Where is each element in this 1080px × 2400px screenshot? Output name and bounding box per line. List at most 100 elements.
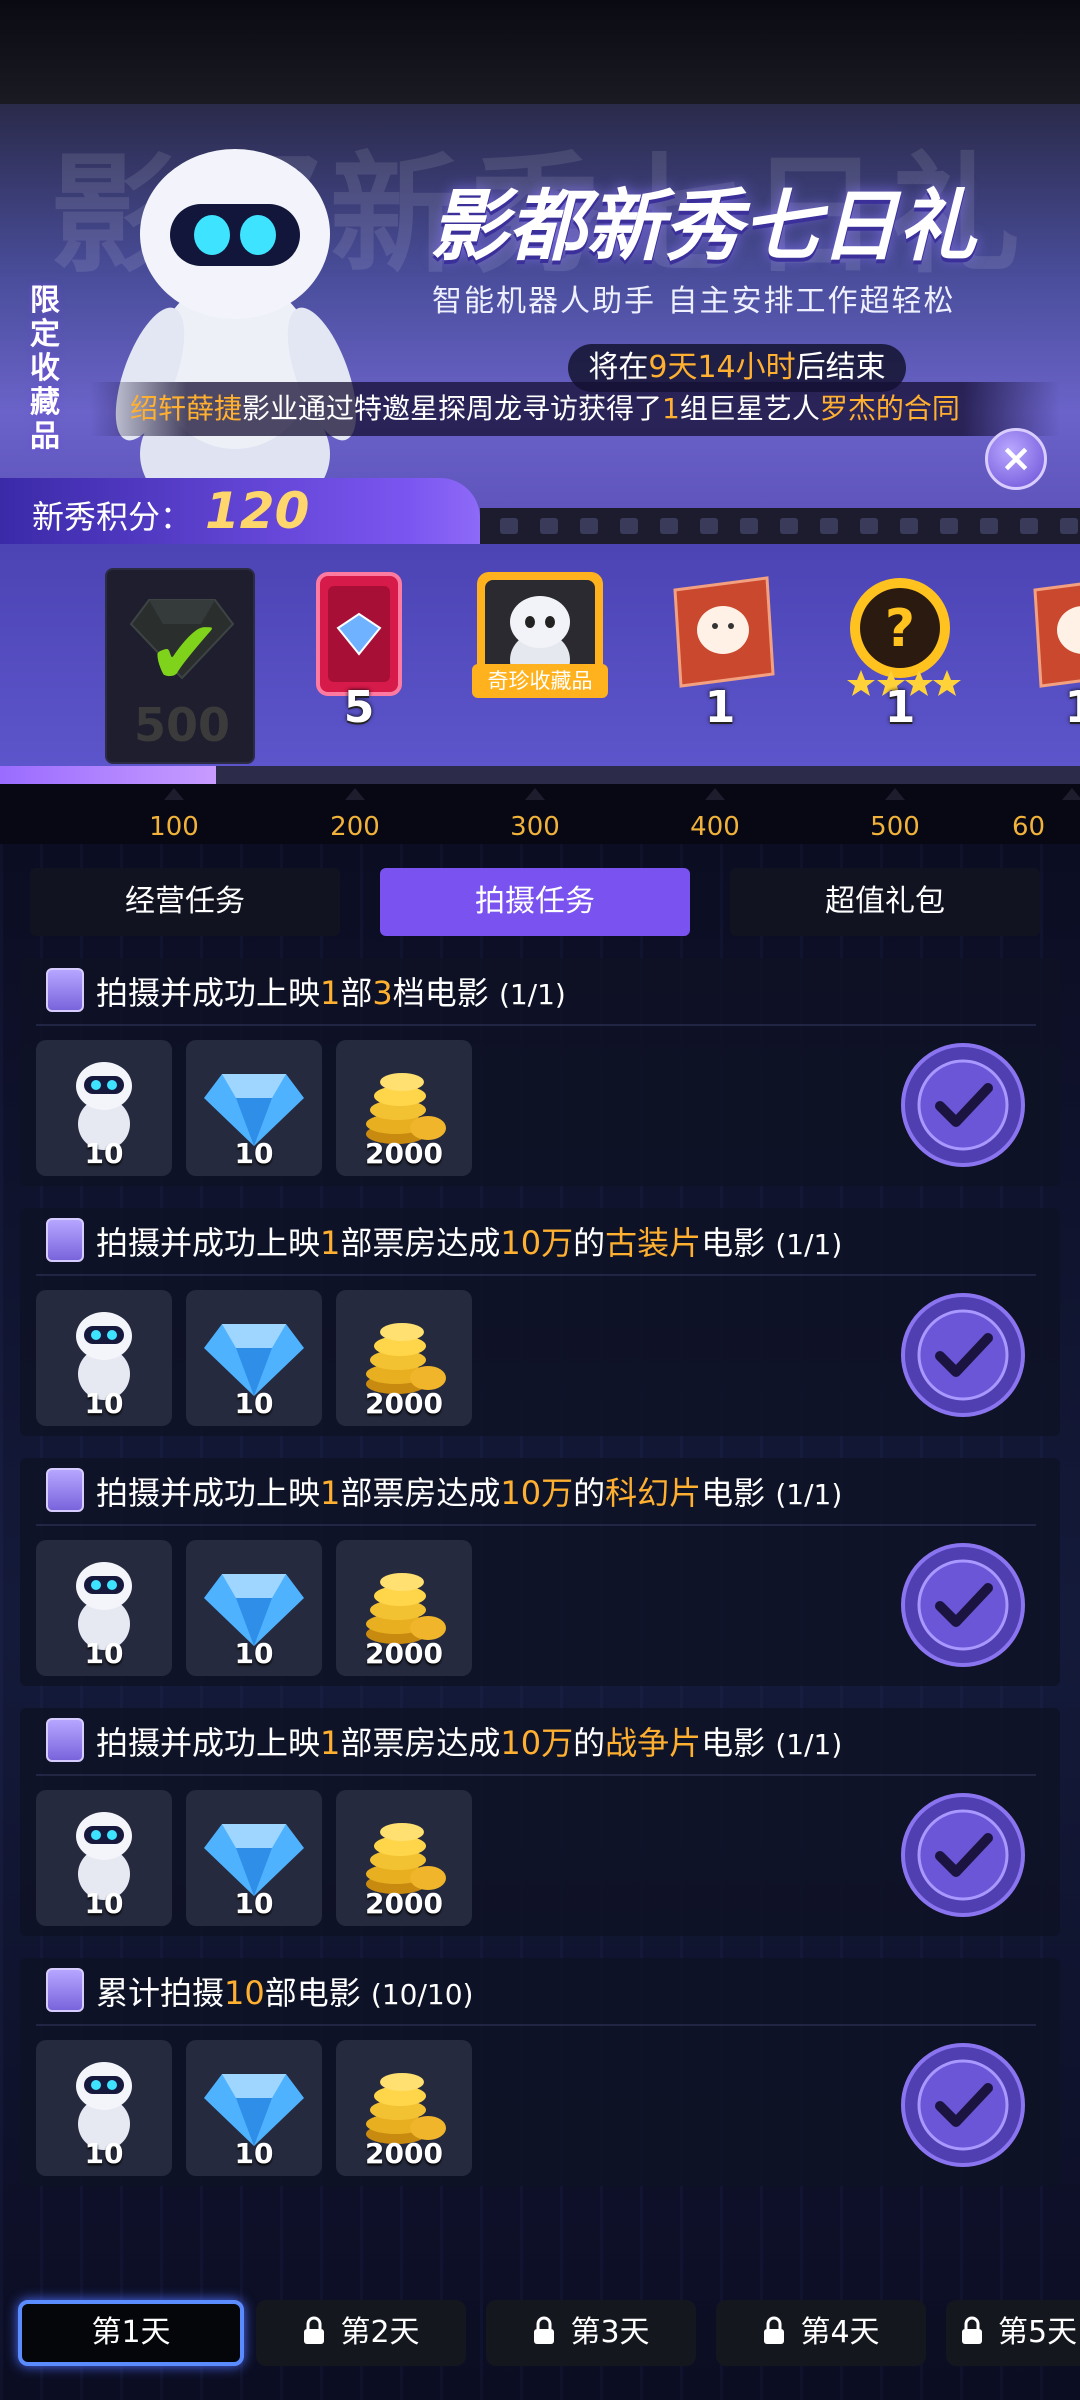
task-title: 拍摄并成功上映1部票房达成10万的战争片电影 (1/1) xyxy=(96,1718,842,1764)
reward-lucky-cat-book[interactable]: 1 xyxy=(1005,570,1080,750)
event-title: 影都新秀七日礼 xyxy=(430,182,977,272)
tab-value-packs[interactable]: 超值礼包 xyxy=(730,868,1040,936)
reward-card[interactable]: 5 xyxy=(284,570,434,750)
task-card: 拍摄并成功上映1部票房达成10万的战争片电影 (1/1) 10 10 2000 xyxy=(20,1708,1060,1936)
completed-stamp-icon xyxy=(901,1543,1025,1667)
task-text: 拍摄并成功上映 xyxy=(96,1474,321,1512)
task-card: 累计拍摄10部电影 (10/10) 10 10 2000 xyxy=(20,1958,1060,2186)
task-progress: (1/1) xyxy=(775,1728,843,1761)
task-notebook-icon xyxy=(46,968,84,1012)
film-strip-decoration xyxy=(480,508,1080,544)
task-text: 拍摄并成功上映 xyxy=(96,1724,321,1762)
tick-mark xyxy=(164,788,184,800)
tick-mark xyxy=(345,788,365,800)
reward-item-count: 10 xyxy=(234,1637,274,1670)
lock-icon xyxy=(962,2316,982,2344)
task-text: 的 xyxy=(573,1474,606,1512)
reward-item-diamond[interactable]: 10 xyxy=(186,1790,322,1926)
reward-item-coins[interactable]: 2000 xyxy=(336,1540,472,1676)
marquee-text-2: 组巨星艺人 xyxy=(679,392,820,425)
task-number: 10万 xyxy=(500,1224,574,1262)
tick-mark xyxy=(705,788,725,800)
lucky-cat-book-icon xyxy=(673,576,775,688)
reward-item-diamond[interactable]: 10 xyxy=(186,1040,322,1176)
marquee-target: 罗杰的合同 xyxy=(819,392,960,425)
day-tab-1[interactable]: 第1天 xyxy=(18,2300,244,2366)
task-text: 部票房达成 xyxy=(340,1724,501,1762)
reward-item-coins[interactable]: 2000 xyxy=(336,1290,472,1426)
reward-item-count: 10 xyxy=(84,2137,124,2170)
milestone-label: 300 xyxy=(510,812,560,842)
day-label: 第4天 xyxy=(800,2315,880,2350)
task-title: 拍摄并成功上映1部票房达成10万的科幻片电影 (1/1) xyxy=(96,1468,842,1514)
lucky-cat-book-icon xyxy=(1033,582,1080,688)
event-subtitle: 智能机器人助手 自主安排工作超轻松 xyxy=(432,284,956,319)
divider xyxy=(36,1774,1036,1776)
tab-business-tasks[interactable]: 经营任务 xyxy=(30,868,340,936)
task-progress: (1/1) xyxy=(775,1478,843,1511)
milestone-label: 400 xyxy=(690,812,740,842)
reward-item-coins[interactable]: 2000 xyxy=(336,2040,472,2176)
reward-item-count: 10 xyxy=(84,1637,124,1670)
day-tab-4[interactable]: 第4天 xyxy=(716,2300,926,2366)
completed-stamp-icon xyxy=(901,2043,1025,2167)
check-icon: ✔ xyxy=(147,601,223,706)
tab-filming-tasks[interactable]: 拍摄任务 xyxy=(380,868,690,936)
reward-item-robot[interactable]: 10 xyxy=(36,1290,172,1426)
task-title: 拍摄并成功上映1部3档电影 (1/1) xyxy=(96,968,566,1014)
reward-rare-collectible[interactable]: 奇珍收藏品 xyxy=(465,570,615,750)
reward-claimed-gem[interactable]: ✔ 500 xyxy=(105,568,255,764)
day-tab-2[interactable]: 第2天 xyxy=(256,2300,466,2366)
task-card: 拍摄并成功上映1部票房达成10万的古装片电影 (1/1) 10 10 2000 xyxy=(20,1208,1060,1436)
reward-item-count: 10 xyxy=(84,1887,124,1920)
reward-item-count: 10 xyxy=(84,1137,124,1170)
reward-item-coins[interactable]: 2000 xyxy=(336,1040,472,1176)
points-progress-bar xyxy=(0,766,1080,784)
lock-icon xyxy=(304,2316,325,2344)
robot-illustration xyxy=(115,149,357,524)
points-bar: 新秀积分： 120 xyxy=(0,478,480,544)
reward-item-coins[interactable]: 2000 xyxy=(336,1790,472,1926)
countdown-prefix: 将在 xyxy=(588,350,649,385)
tick-mark xyxy=(1062,788,1080,800)
reward-count: 5 xyxy=(343,682,375,733)
close-button[interactable]: × xyxy=(985,428,1047,490)
card-icon xyxy=(316,572,402,696)
day-label: 第3天 xyxy=(570,2315,650,2350)
day-tab-3[interactable]: 第3天 xyxy=(486,2300,696,2366)
reward-item-robot[interactable]: 10 xyxy=(36,1040,172,1176)
countdown-suffix: 后结束 xyxy=(795,350,886,385)
reward-item-diamond[interactable]: 10 xyxy=(186,2040,322,2176)
reward-item-robot[interactable]: 10 xyxy=(36,1540,172,1676)
reward-item-robot[interactable]: 10 xyxy=(36,1790,172,1926)
reward-item-diamond[interactable]: 10 xyxy=(186,1290,322,1426)
task-title: 拍摄并成功上映1部票房达成10万的古装片电影 (1/1) xyxy=(96,1218,842,1264)
task-card: 拍摄并成功上映1部票房达成10万的科幻片电影 (1/1) 10 10 2000 xyxy=(20,1458,1060,1686)
task-notebook-icon xyxy=(46,1968,84,2012)
reward-item-robot[interactable]: 10 xyxy=(36,2040,172,2176)
day-tab-5[interactable]: 第5天 xyxy=(946,2300,1080,2366)
task-progress: (1/1) xyxy=(498,978,566,1011)
milestone-rewards: ✔ 500 5 奇珍收藏品 1 ? 1 xyxy=(0,544,1080,776)
divider xyxy=(36,2024,1036,2026)
reward-item-count: 2000 xyxy=(365,2137,443,2170)
marquee-number: 1 xyxy=(662,392,680,425)
reward-item-count: 10 xyxy=(234,1137,274,1170)
reward-item-count: 10 xyxy=(84,1387,124,1420)
task-number: 3 xyxy=(372,974,393,1012)
marquee-text: 影业通过特邀星探周龙寻访获得了 xyxy=(242,392,663,425)
milestone-label: 60 xyxy=(1012,812,1046,842)
reward-lucky-cat-book[interactable]: 1 xyxy=(645,570,795,750)
task-genre: 古装片 xyxy=(605,1224,702,1262)
tick-mark xyxy=(885,788,905,800)
news-marquee: 绍轩薛捷影业通过特邀星探周龙寻访获得了1组巨星艺人罗杰的合同 xyxy=(90,382,1060,436)
reward-item-count: 2000 xyxy=(365,1387,443,1420)
reward-mystery-star[interactable]: ? 1 xyxy=(825,570,975,750)
task-progress: (1/1) xyxy=(775,1228,843,1261)
task-notebook-icon xyxy=(46,1468,84,1512)
reward-item-diamond[interactable]: 10 xyxy=(186,1540,322,1676)
task-notebook-icon xyxy=(46,1218,84,1262)
completed-stamp-icon xyxy=(901,1043,1025,1167)
task-number: 10万 xyxy=(500,1724,574,1762)
points-label: 新秀积分： xyxy=(32,498,193,536)
